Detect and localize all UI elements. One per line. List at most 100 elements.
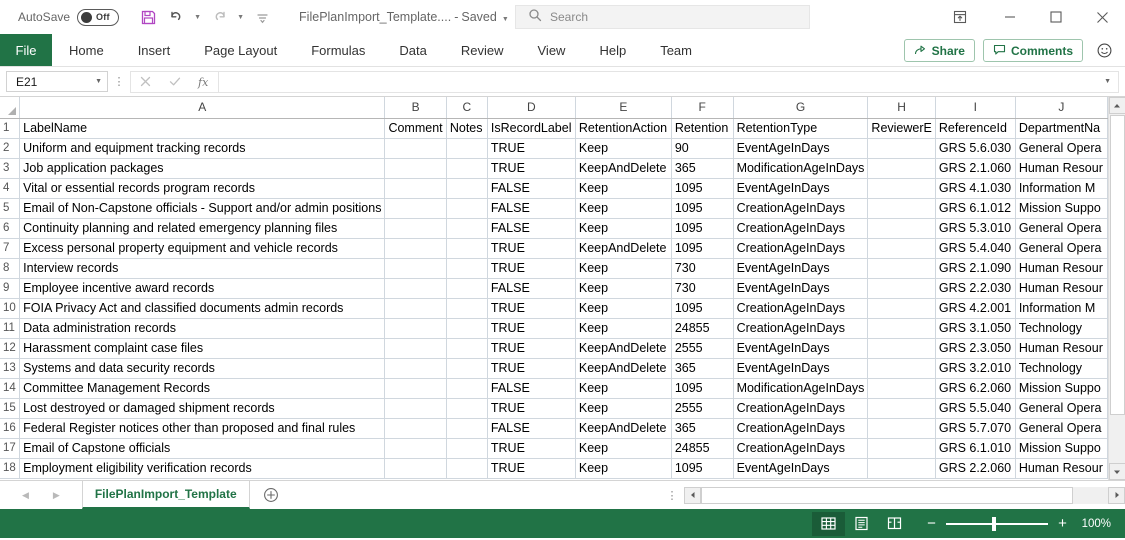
cell-E12[interactable]: KeepAndDelete (575, 338, 672, 359)
cell-H15[interactable] (867, 398, 936, 419)
cell-A1[interactable]: LabelName (19, 118, 386, 139)
column-header-b[interactable]: B (384, 97, 447, 119)
cell-C13[interactable] (446, 358, 488, 379)
cell-C14[interactable] (446, 378, 488, 399)
cell-I5[interactable]: GRS 6.1.012 (935, 198, 1016, 219)
row-header-2[interactable]: 2 (0, 138, 21, 159)
cell-E4[interactable]: Keep (575, 178, 672, 199)
cell-B2[interactable] (384, 138, 447, 159)
cell-G17[interactable]: CreationAgeInDays (733, 438, 869, 459)
tab-review[interactable]: Review (444, 34, 521, 66)
cell-D9[interactable]: FALSE (487, 278, 576, 299)
table-row[interactable]: 9 Employee incentive award records FALSE Ke… (0, 278, 1108, 299)
cell-C16[interactable] (446, 418, 488, 439)
row-header-14[interactable]: 14 (0, 378, 21, 399)
row-header-4[interactable]: 4 (0, 178, 21, 199)
table-row[interactable]: 1 LabelName Comment Notes IsRecordLabel Reten… (0, 118, 1108, 139)
cell-F4[interactable]: 1095 (671, 178, 734, 199)
cell-B4[interactable] (384, 178, 447, 199)
cell-D4[interactable]: FALSE (487, 178, 576, 199)
cell-F7[interactable]: 1095 (671, 238, 734, 259)
cell-I3[interactable]: GRS 2.1.060 (935, 158, 1016, 179)
cell-I11[interactable]: GRS 3.1.050 (935, 318, 1016, 339)
cell-F10[interactable]: 1095 (671, 298, 734, 319)
cell-I2[interactable]: GRS 5.6.030 (935, 138, 1016, 159)
cell-H14[interactable] (867, 378, 936, 399)
cell-H10[interactable] (867, 298, 936, 319)
table-row[interactable]: 3 Job application packages TRUE KeepAndDele… (0, 158, 1108, 179)
cell-D17[interactable]: TRUE (487, 438, 576, 459)
cell-E11[interactable]: Keep (575, 318, 672, 339)
cell-C3[interactable] (446, 158, 488, 179)
cell-D16[interactable]: FALSE (487, 418, 576, 439)
formula-input[interactable]: ▼ (218, 70, 1119, 93)
cell-C15[interactable] (446, 398, 488, 419)
cell-J17[interactable]: Mission Suppo (1015, 438, 1108, 459)
zoom-slider[interactable] (946, 516, 1048, 531)
column-header-e[interactable]: E (575, 97, 672, 119)
cell-C5[interactable] (446, 198, 488, 219)
cell-A3[interactable]: Job application packages (19, 158, 386, 179)
cell-A17[interactable]: Email of Capstone officials (19, 438, 386, 459)
cell-G2[interactable]: EventAgeInDays (733, 138, 869, 159)
table-row[interactable]: 4 Vital or essential records program reco… (0, 178, 1108, 199)
row-header-9[interactable]: 9 (0, 278, 21, 299)
next-sheet-arrow-icon[interactable]: ▶ (53, 490, 60, 501)
cell-G3[interactable]: ModificationAgeInDays (733, 158, 869, 179)
cell-F6[interactable]: 1095 (671, 218, 734, 239)
cell-J11[interactable]: Technology (1015, 318, 1108, 339)
cell-I12[interactable]: GRS 2.3.050 (935, 338, 1016, 359)
cell-J6[interactable]: General Opera (1015, 218, 1108, 239)
row-header-1[interactable]: 1 (0, 118, 21, 139)
cell-E18[interactable]: Keep (575, 458, 672, 479)
previous-sheet-arrow-icon[interactable]: ◀ (22, 490, 29, 501)
cell-G10[interactable]: CreationAgeInDays (733, 298, 869, 319)
cell-A4[interactable]: Vital or essential records program recor… (19, 178, 386, 199)
cell-A14[interactable]: Committee Management Records (19, 378, 386, 399)
cell-A12[interactable]: Harassment complaint case files (19, 338, 386, 359)
cell-H1[interactable]: ReviewerE (867, 118, 936, 139)
cell-E6[interactable]: Keep (575, 218, 672, 239)
normal-view-icon[interactable] (812, 511, 845, 536)
row-header-7[interactable]: 7 (0, 238, 21, 259)
cell-F8[interactable]: 730 (671, 258, 734, 279)
customize-quick-access-icon[interactable] (249, 4, 275, 30)
cell-J16[interactable]: General Opera (1015, 418, 1108, 439)
cell-C17[interactable] (446, 438, 488, 459)
cell-J4[interactable]: Information M (1015, 178, 1108, 199)
zoom-in-button[interactable]: + (1057, 515, 1068, 532)
cell-D5[interactable]: FALSE (487, 198, 576, 219)
cell-J9[interactable]: Human Resour (1015, 278, 1108, 299)
smiley-face-icon[interactable] (1091, 38, 1117, 64)
horizontal-scroll-handle[interactable]: ⋮ (660, 489, 684, 502)
cell-G15[interactable]: CreationAgeInDays (733, 398, 869, 419)
row-header-18[interactable]: 18 (0, 458, 21, 479)
horizontal-scroll-thumb[interactable] (701, 486, 1073, 504)
cell-B9[interactable] (384, 278, 447, 299)
cell-D13[interactable]: TRUE (487, 358, 576, 379)
redo-icon[interactable] (206, 4, 232, 30)
cell-J3[interactable]: Human Resour (1015, 158, 1108, 179)
cell-E16[interactable]: KeepAndDelete (575, 418, 672, 439)
row-header-10[interactable]: 10 (0, 298, 21, 319)
cell-B3[interactable] (384, 158, 447, 179)
cell-G12[interactable]: EventAgeInDays (733, 338, 869, 359)
column-header-h[interactable]: H (867, 97, 936, 119)
cell-E14[interactable]: Keep (575, 378, 672, 399)
cell-C8[interactable] (446, 258, 488, 279)
cell-B11[interactable] (384, 318, 447, 339)
column-header-j[interactable]: J (1015, 97, 1108, 119)
cell-D11[interactable]: TRUE (487, 318, 576, 339)
vertical-scroll-track[interactable] (1108, 114, 1125, 463)
row-header-12[interactable]: 12 (0, 338, 21, 359)
cell-I15[interactable]: GRS 5.5.040 (935, 398, 1016, 419)
column-header-i[interactable]: I (935, 97, 1016, 119)
cell-C2[interactable] (446, 138, 488, 159)
zoom-out-button[interactable]: − (926, 515, 937, 532)
cell-A8[interactable]: Interview records (19, 258, 386, 279)
tab-formulas[interactable]: Formulas (294, 34, 382, 66)
scroll-right-arrow-icon[interactable] (1108, 486, 1125, 504)
cell-I17[interactable]: GRS 6.1.010 (935, 438, 1016, 459)
cell-H3[interactable] (867, 158, 936, 179)
share-button[interactable]: Share (903, 39, 975, 62)
